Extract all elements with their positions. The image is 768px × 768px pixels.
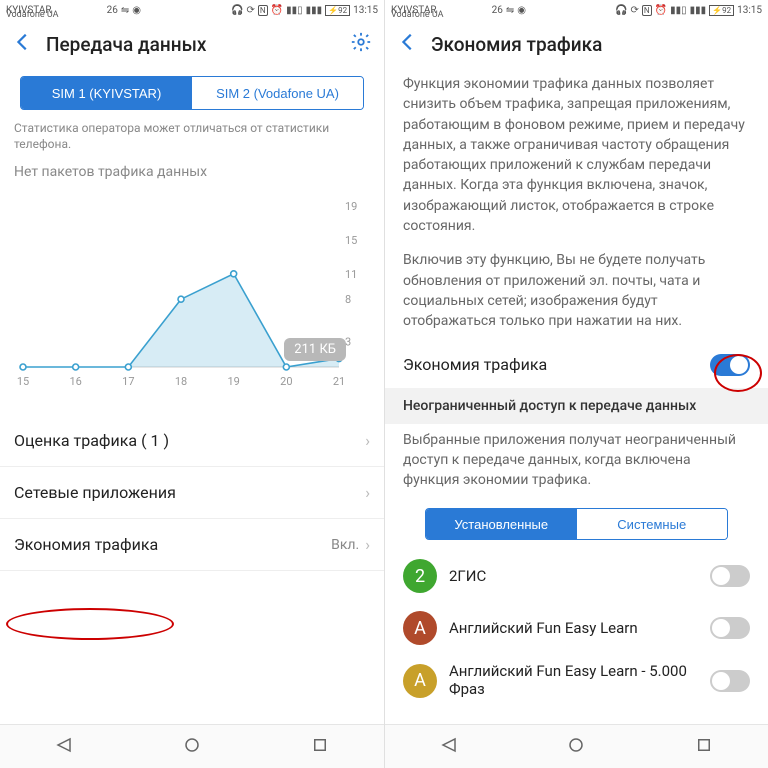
alarm-icon: ⏰: [271, 5, 283, 16]
nfc-icon: N: [642, 5, 652, 16]
svg-text:17: 17: [122, 375, 134, 388]
lte-icon: ⇋: [121, 5, 129, 16]
provider-note: Статистика оператора может отличаться от…: [0, 116, 384, 158]
battery-icon: ⚡92: [709, 5, 734, 16]
nav-bar: [385, 724, 768, 768]
battery-icon: ⚡92: [325, 5, 350, 16]
page-header: Экономия трафика: [385, 20, 768, 68]
row-value: Вкл.: [331, 537, 359, 553]
row-traffic-rating[interactable]: Оценка трафика ( 1 ) ›: [0, 415, 384, 467]
carrier-2: Vodafone UA: [391, 10, 443, 20]
app-row: А Английский Fun Easy Learn: [385, 602, 768, 654]
app-tabs: Установленные Системные: [425, 508, 728, 540]
chevron-right-icon: ›: [365, 431, 370, 450]
signal-icon: ▮▮▯: [670, 5, 687, 16]
nfc-icon: N: [258, 5, 268, 16]
row-label: Оценка трафика ( 1 ): [14, 431, 365, 450]
nav-recent-icon[interactable]: [695, 736, 713, 758]
svg-text:20: 20: [280, 375, 292, 388]
clock: 13:15: [353, 5, 378, 16]
nav-home-icon[interactable]: [183, 736, 201, 758]
svg-text:16: 16: [69, 375, 81, 388]
app-name: 2ГИС: [449, 568, 698, 585]
svg-text:19: 19: [345, 200, 357, 213]
sync-icon: ⟳: [247, 5, 255, 16]
tab-sim2[interactable]: SIM 2 (Vodafone UA): [192, 77, 363, 109]
app-row: 2 2ГИС: [385, 550, 768, 602]
toggle-app-unlimited[interactable]: [710, 670, 750, 692]
nav-back-icon[interactable]: [440, 736, 458, 758]
signal-tag: 26: [492, 5, 503, 16]
svg-text:18: 18: [175, 375, 187, 388]
nav-back-icon[interactable]: [55, 736, 73, 758]
headphone-icon: 🎧: [231, 5, 243, 16]
alarm-icon: ⏰: [655, 5, 667, 16]
usage-badge: 211 КБ: [284, 338, 346, 361]
tab-installed[interactable]: Установленные: [426, 509, 577, 539]
app-list: 2 2ГИС А Английский Fun Easy Learn А Анг…: [385, 550, 768, 707]
globe-icon: ◉: [517, 5, 526, 16]
row-label: Экономия трафика: [14, 535, 331, 554]
nav-recent-icon[interactable]: [311, 736, 329, 758]
page-title: Передача данных: [46, 33, 338, 56]
app-name: Английский Fun Easy Learn - 5.000 Фраз: [449, 663, 698, 698]
headphone-icon: 🎧: [615, 5, 627, 16]
back-icon[interactable]: [12, 31, 34, 57]
svg-text:11: 11: [345, 268, 357, 281]
carrier-2: Vodafone UA: [6, 10, 58, 20]
status-bar: KYIVSTAR Vodafone UA 26 ⇋ ◉ 🎧 ⟳ N ⏰ ▮▮▯ …: [0, 0, 384, 20]
nav-home-icon[interactable]: [567, 736, 585, 758]
svg-text:15: 15: [17, 375, 29, 388]
toggle-app-unlimited[interactable]: [710, 617, 750, 639]
row-label: Сетевые приложения: [14, 483, 365, 502]
description-2: Включив эту функцию, Вы не будете получа…: [385, 244, 768, 339]
svg-text:15: 15: [345, 234, 357, 247]
gear-icon[interactable]: [350, 31, 372, 57]
page-header: Передача данных: [0, 20, 384, 68]
toggle-app-unlimited[interactable]: [710, 565, 750, 587]
signal-icon: ▮▮▯: [286, 5, 303, 16]
sync-icon: ⟳: [631, 5, 639, 16]
lte-icon: ⇋: [506, 5, 514, 16]
app-icon: 2: [403, 559, 437, 593]
pane-data-transfer: KYIVSTAR Vodafone UA 26 ⇋ ◉ 🎧 ⟳ N ⏰ ▮▮▯ …: [0, 0, 384, 768]
section-desc: Выбранные приложения получат неограничен…: [385, 424, 768, 499]
svg-text:19: 19: [227, 375, 239, 388]
pane-data-saver: KYIVSTAR Vodafone UA 26 ⇋ ◉ 🎧 ⟳ N ⏰ ▮▮▯ …: [384, 0, 768, 768]
clock: 13:15: [737, 5, 762, 16]
annotation-oval: [6, 608, 174, 640]
no-packages: Нет пакетов трафика данных: [0, 158, 384, 186]
app-icon: А: [403, 664, 437, 698]
usage-chart: 3811151915161718192021 211 КБ: [10, 196, 376, 391]
svg-text:8: 8: [345, 294, 351, 307]
chevron-right-icon: ›: [365, 483, 370, 502]
description-1: Функция экономии трафика данных позволяе…: [385, 68, 768, 244]
nav-bar: [0, 724, 384, 768]
tab-system[interactable]: Системные: [577, 509, 728, 539]
status-bar: KYIVSTAR Vodafone UA 26 ⇋ ◉ 🎧 ⟳ N ⏰ ▮▮▯ …: [385, 0, 768, 20]
app-icon: А: [403, 611, 437, 645]
toggle-row-data-saver: Экономия трафика: [385, 340, 768, 388]
signal-icon-2: ▮▮▮: [306, 5, 323, 16]
sim-tabs: SIM 1 (KYIVSTAR) SIM 2 (Vodafone UA): [20, 76, 364, 110]
app-name: Английский Fun Easy Learn: [449, 620, 698, 637]
signal-tag: 26: [107, 5, 118, 16]
row-network-apps[interactable]: Сетевые приложения ›: [0, 467, 384, 519]
globe-icon: ◉: [132, 5, 141, 16]
svg-text:21: 21: [333, 375, 345, 388]
row-data-saver[interactable]: Экономия трафика Вкл. ›: [0, 519, 384, 571]
tab-sim1[interactable]: SIM 1 (KYIVSTAR): [21, 77, 192, 109]
toggle-label: Экономия трафика: [403, 355, 710, 374]
settings-list: Оценка трафика ( 1 ) › Сетевые приложени…: [0, 415, 384, 571]
toggle-data-saver[interactable]: [710, 354, 750, 376]
signal-icon-2: ▮▮▮: [690, 5, 707, 16]
section-header-unlimited: Неограниченный доступ к передаче данных: [385, 388, 768, 424]
app-row: А Английский Fun Easy Learn - 5.000 Фраз: [385, 654, 768, 707]
page-title: Экономия трафика: [431, 33, 756, 56]
chevron-right-icon: ›: [365, 535, 370, 554]
back-icon[interactable]: [397, 31, 419, 57]
